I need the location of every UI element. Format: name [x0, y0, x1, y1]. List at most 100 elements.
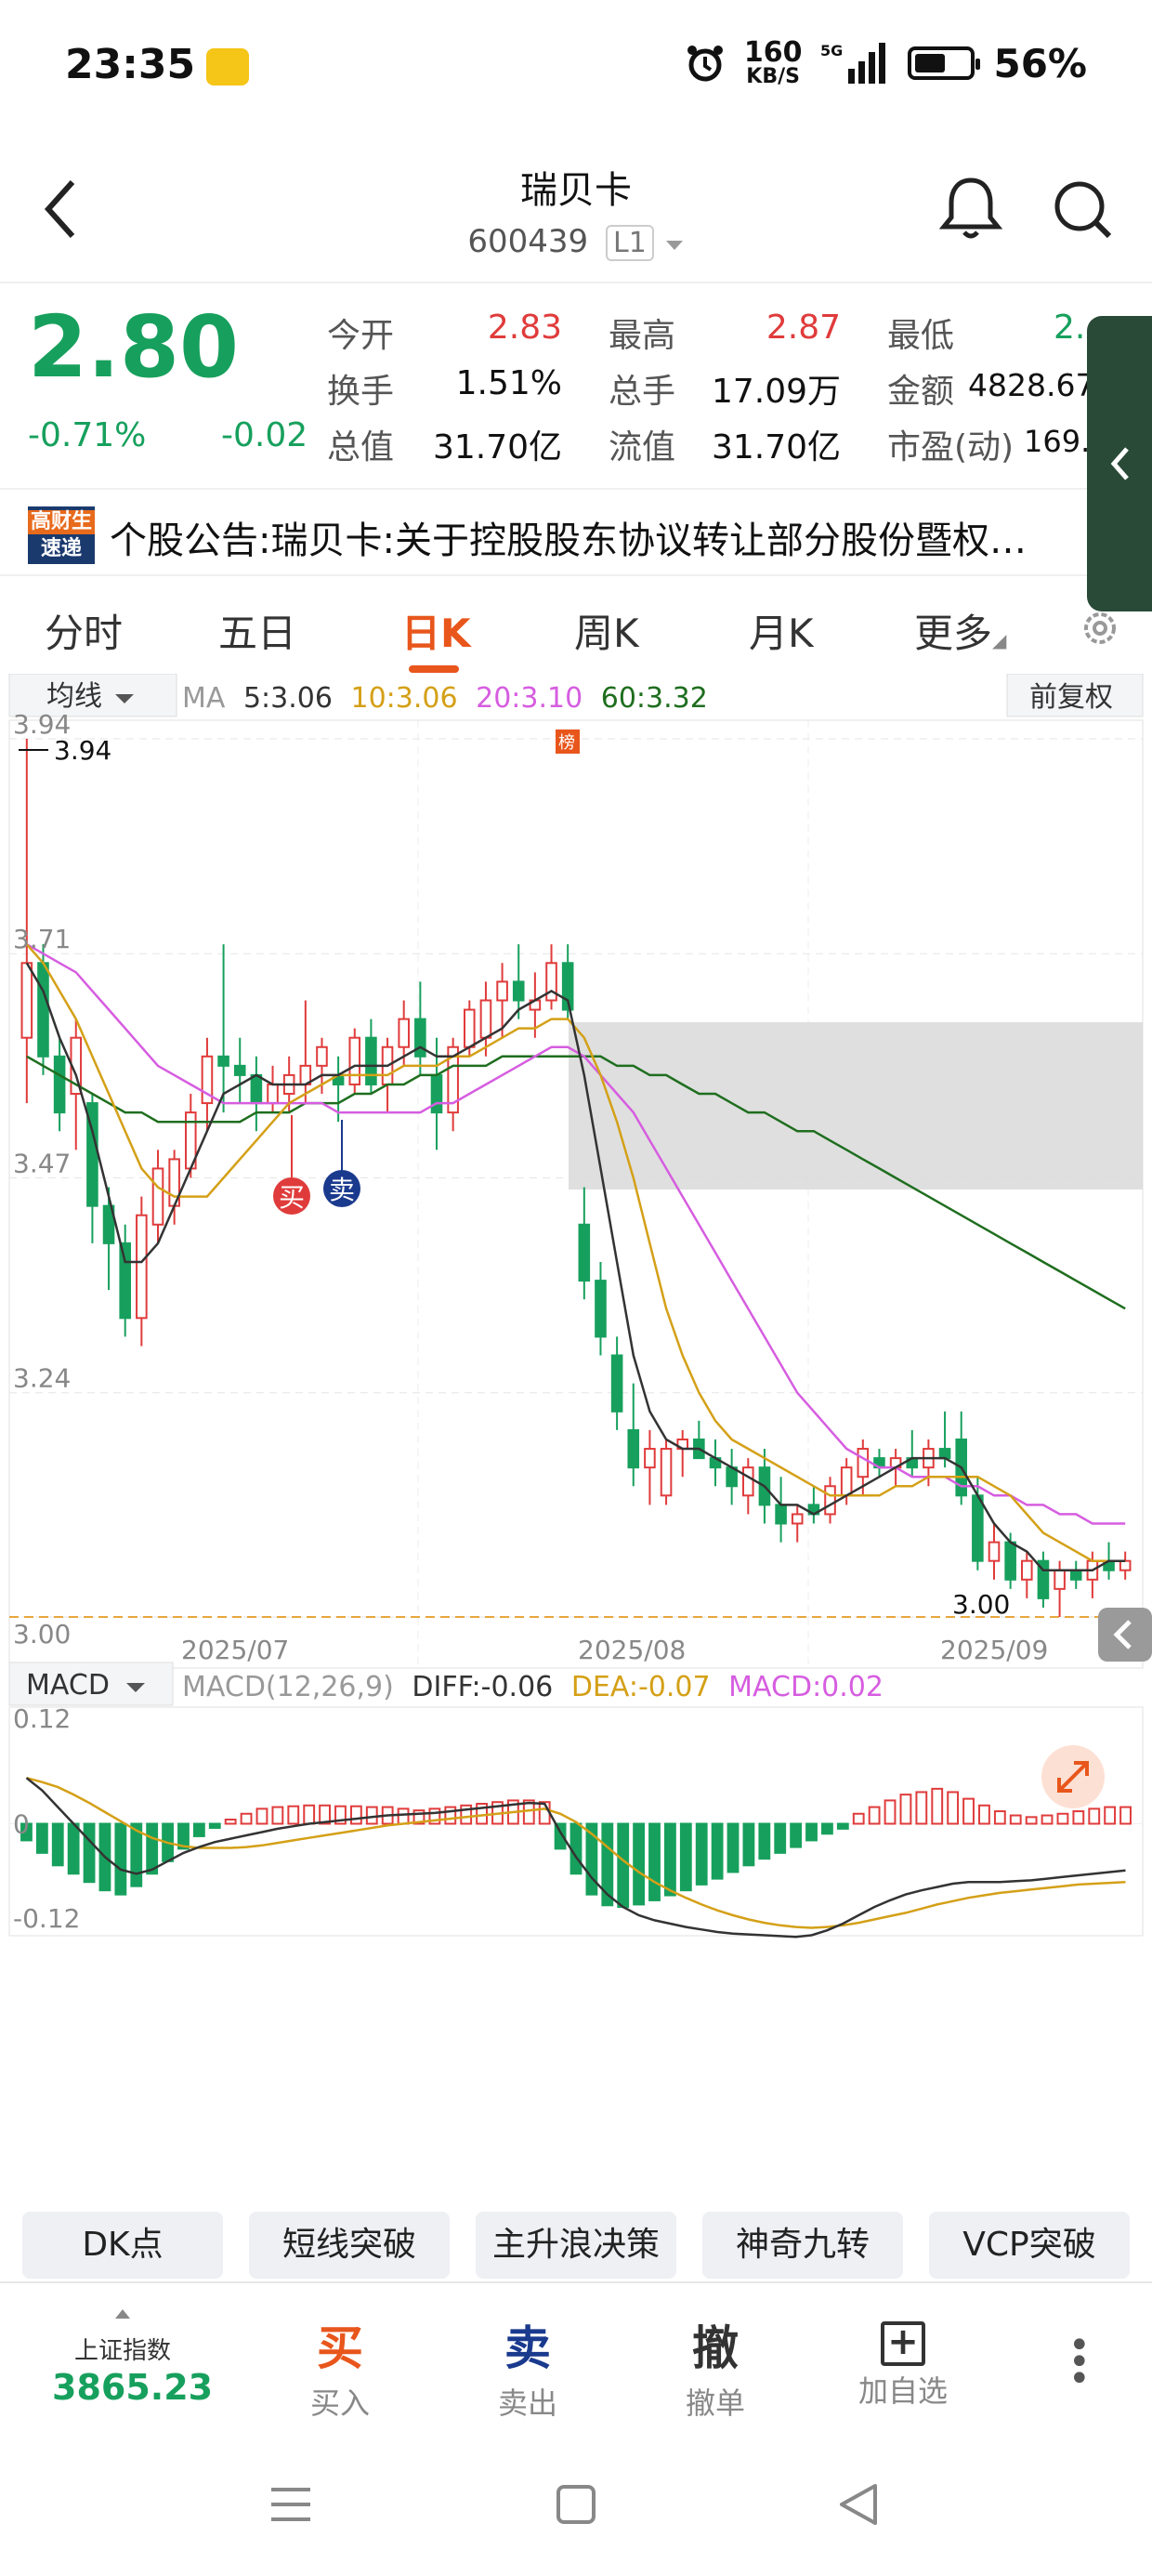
chart-area[interactable]: 均线 MA 5:3.06 10:3.06 20:3.10 60:3.32 前复权… — [0, 673, 1152, 2196]
macd-bar — [978, 1804, 990, 1825]
tab-daily-k[interactable]: 日K — [401, 602, 471, 659]
add-watchlist-icon: + — [838, 2311, 968, 2366]
candle-body — [53, 1055, 66, 1114]
buy-button[interactable]: 买 买入 — [275, 2311, 405, 2423]
candle-body — [398, 1018, 411, 1048]
macd-bar — [1009, 1814, 1022, 1825]
macd-bar — [899, 1794, 912, 1825]
announcement-text: 个股公告:瑞贝卡:关于控股股东协议转让部分股份暨权… — [110, 519, 1027, 562]
app-notification-icon — [206, 48, 249, 85]
sell-button[interactable]: 卖 卖出 — [463, 2311, 593, 2423]
cancel-order-button[interactable]: 撤 撤单 — [650, 2311, 780, 2423]
volume-value: 17.09万 — [711, 373, 841, 411]
status-indicators: 160 KB/S 5G 56% — [685, 39, 1087, 87]
nav-bar: 瑞贝卡 600439 L1 — [0, 139, 1152, 283]
index-value[interactable]: 3865.23 — [52, 2367, 213, 2408]
data-level-badge: L1 — [605, 225, 654, 261]
macd-bar — [349, 1805, 362, 1825]
candle-body — [20, 962, 33, 1039]
macd-legend: MACD(12,26,9) DIFF:-0.06 DEA:-0.07 MACD:… — [182, 1671, 884, 1703]
y-tick-label: 3.71 — [13, 924, 71, 954]
cancel-order-label: 撤单 — [685, 2385, 745, 2421]
kline-chart-svg[interactable]: 均线 MA 5:3.06 10:3.06 20:3.10 60:3.32 前复权… — [0, 673, 1152, 2196]
macd-y-tick-label: 0 — [13, 1809, 30, 1840]
macd-bar — [805, 1822, 818, 1842]
tab-monthly-k[interactable]: 月K — [749, 602, 814, 659]
macd-bar — [287, 1805, 300, 1825]
candle-body — [840, 1466, 853, 1497]
sell-label: 卖出 — [497, 2385, 557, 2421]
strategy-main-wave-button[interactable]: 主升浪决策 — [476, 2212, 676, 2279]
macd-bar — [365, 1806, 378, 1825]
macd-bar — [255, 1807, 268, 1825]
bell-icon[interactable] — [938, 175, 1003, 243]
more-options-icon[interactable]: • • • — [1068, 2327, 1091, 2398]
current-price: 2.80 — [28, 297, 239, 397]
collapse-button[interactable] — [1098, 1608, 1152, 1662]
macd-bar — [947, 1791, 960, 1825]
tab-weekly-k[interactable]: 周K — [574, 602, 639, 659]
candle-body — [512, 980, 525, 1002]
announcement-ticker[interactable]: 高财生 速递 个股公告:瑞贝卡:关于控股股东协议转让部分股份暨权… — [0, 488, 1087, 576]
strategy-dk-button[interactable]: DK点 — [22, 2212, 223, 2279]
macd-bar — [1072, 1810, 1085, 1825]
menu-icon[interactable] — [269, 2486, 312, 2523]
candle-body — [119, 1242, 131, 1320]
macd-bar — [397, 1807, 410, 1825]
battery-level: 56% — [993, 40, 1087, 86]
stock-code: 600439 — [467, 223, 589, 260]
candle-body — [578, 1223, 591, 1282]
tab-five-day[interactable]: 五日 — [218, 602, 296, 659]
candle-body — [348, 1036, 361, 1085]
macd-bar — [679, 1822, 692, 1892]
turnover-value: 1.51% — [455, 364, 562, 402]
status-time: 23:35 — [65, 41, 196, 88]
open-value: 2.83 — [487, 309, 562, 347]
back-nav-icon[interactable] — [836, 2482, 879, 2527]
candle-body — [414, 1018, 426, 1058]
macd-bar — [852, 1812, 865, 1825]
candle-body — [742, 1466, 754, 1497]
index-name[interactable]: 上证指数 — [74, 2332, 171, 2366]
open-label: 今开 — [327, 317, 395, 355]
macd-bar — [1104, 1806, 1117, 1825]
candle-body — [545, 962, 557, 1002]
tab-more[interactable]: 更多◢ — [914, 602, 1006, 659]
candle-body — [233, 1064, 246, 1076]
home-icon[interactable] — [556, 2484, 596, 2525]
candle-body — [972, 1494, 984, 1562]
signal-icon: 5G — [820, 42, 886, 84]
period-tabs: 分时 五日 日K 周K 月K 更多◢ — [0, 585, 1152, 678]
sell-marker-text: 卖 — [329, 1175, 355, 1205]
candle-body — [464, 1008, 476, 1048]
macd-bar — [821, 1822, 833, 1835]
alarm-icon — [687, 46, 723, 82]
float-cap-label: 流值 — [609, 428, 676, 467]
add-watchlist-button[interactable]: + 加自选 — [838, 2311, 968, 2411]
caret-down-icon — [665, 241, 683, 250]
macd-bar — [1119, 1806, 1132, 1825]
macd-bar — [146, 1822, 159, 1875]
macd-bar — [192, 1822, 205, 1837]
chevron-left-icon — [1110, 447, 1129, 480]
candle-body — [1021, 1559, 1033, 1581]
macd-bar — [1041, 1814, 1054, 1825]
market-cap-value: 31.70亿 — [432, 428, 562, 467]
strategy-nine-turn-button[interactable]: 神奇九转 — [702, 2212, 903, 2279]
macd-bar — [648, 1822, 661, 1901]
pe-label: 市盈(动) — [887, 428, 1015, 467]
macd-bar — [962, 1797, 975, 1825]
macd-bar — [742, 1822, 755, 1867]
candle-body — [151, 1167, 164, 1226]
strategy-breakout-button[interactable]: 短线突破 — [249, 2212, 450, 2279]
macd-bar — [67, 1822, 80, 1875]
search-icon[interactable] — [1050, 177, 1115, 242]
gear-icon[interactable] — [1078, 606, 1122, 651]
macd-bar — [711, 1822, 724, 1880]
strategy-vcp-button[interactable]: VCP突破 — [929, 2212, 1130, 2279]
max-price-label: 3.94 — [54, 735, 111, 766]
side-drawer-tab[interactable] — [1087, 316, 1152, 611]
high-value: 2.87 — [766, 309, 841, 347]
battery-icon — [908, 46, 981, 80]
tab-intraday[interactable]: 分时 — [45, 602, 123, 659]
